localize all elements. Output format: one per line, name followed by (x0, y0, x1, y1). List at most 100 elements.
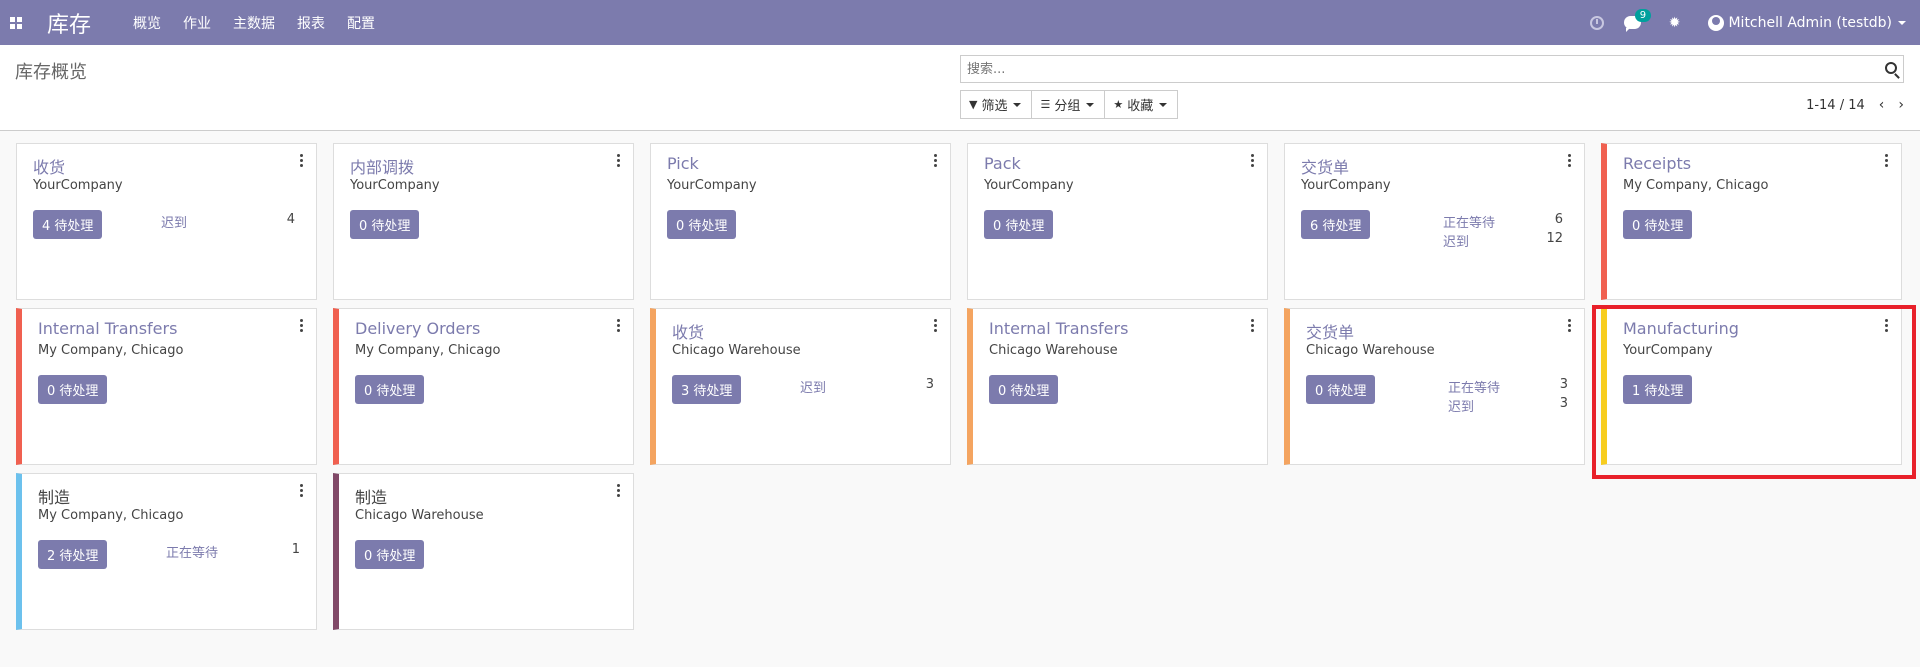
kanban-card[interactable]: 内部调拨 YourCompany 0 待处理 (333, 143, 634, 300)
card-title[interactable]: 内部调拨 (350, 154, 414, 178)
activity-clock-icon[interactable] (1589, 15, 1604, 30)
stat-label[interactable]: 正在等待 (166, 542, 218, 561)
card-title[interactable]: Delivery Orders (355, 319, 480, 338)
stat-label[interactable]: 迟到 (1443, 231, 1469, 250)
card-menu-icon[interactable] (617, 484, 621, 499)
kanban-card[interactable]: Internal Transfers My Company, Chicago 0 待… (16, 308, 317, 465)
to-process-button[interactable]: 0 待处理 (350, 210, 420, 239)
to-process-button[interactable]: 0 待处理 (1623, 210, 1693, 239)
to-process-button[interactable]: 0 待处理 (355, 540, 425, 569)
card-menu-icon[interactable] (617, 319, 621, 334)
card-title[interactable]: 交货单 (1301, 154, 1349, 178)
favorites-button[interactable]: ★ 收藏 (1104, 90, 1179, 119)
search-input[interactable] (961, 56, 1861, 82)
control-panel: 库存概览 ▼ 筛选 ☰ 分组 ★ 收藏 1-14 / 14 ‹ › (0, 45, 1920, 131)
to-process-button[interactable]: 0 待处理 (984, 210, 1054, 239)
card-company: Chicago Warehouse (355, 508, 484, 523)
card-menu-icon[interactable] (1885, 154, 1889, 169)
card-menu-icon[interactable] (934, 154, 938, 169)
card-menu-icon[interactable] (1568, 319, 1572, 334)
to-process-button[interactable]: 3 待处理 (672, 375, 742, 404)
kanban-card[interactable]: Pack YourCompany 0 待处理 (967, 143, 1268, 300)
card-company: Chicago Warehouse (672, 343, 801, 358)
chevron-down-icon (1013, 102, 1022, 107)
app-name[interactable]: 库存 (47, 7, 91, 39)
kanban-card[interactable]: Pick YourCompany 0 待处理 (650, 143, 951, 300)
messaging-menu[interactable]: 9 (1623, 9, 1652, 32)
card-title[interactable]: 交货单 (1306, 319, 1354, 343)
card-company: YourCompany (1301, 178, 1391, 193)
stat-label[interactable]: 正在等待 (1448, 377, 1500, 396)
card-company: YourCompany (667, 178, 757, 193)
card-title[interactable]: 制造 (38, 484, 70, 508)
card-title[interactable]: Internal Transfers (38, 319, 177, 338)
card-company: Chicago Warehouse (1306, 343, 1435, 358)
card-title[interactable]: Pack (984, 154, 1021, 173)
card-company: YourCompany (984, 178, 1074, 193)
stat-label[interactable]: 迟到 (161, 212, 187, 231)
to-process-button[interactable]: 6 待处理 (1301, 210, 1371, 239)
kanban-card[interactable]: Internal Transfers Chicago Warehouse 0 待处理 (967, 308, 1268, 465)
top-navbar: 库存 概览 作业 主数据 报表 配置 9 ✹ Mitchell Admin (t… (0, 0, 1920, 45)
pager-previous-icon[interactable]: ‹ (1879, 97, 1885, 113)
stat-value: 3 (925, 377, 934, 392)
to-process-button[interactable]: 0 待处理 (355, 375, 425, 404)
menu-item-configuration[interactable]: 配置 (345, 13, 377, 33)
filter-icon: ▼ (969, 98, 978, 111)
pager-value[interactable]: 1-14 / 14 (1806, 98, 1865, 113)
main-menu: 概览 作业 主数据 报表 配置 (131, 13, 395, 33)
to-process-button[interactable]: 0 待处理 (989, 375, 1059, 404)
kanban-card[interactable]: Delivery Orders My Company, Chicago 0 待处理 (333, 308, 634, 465)
kanban-card[interactable]: Receipts My Company, Chicago 0 待处理 (1601, 143, 1902, 300)
card-menu-icon[interactable] (300, 154, 304, 169)
card-title[interactable]: 制造 (355, 484, 387, 508)
stat-label[interactable]: 迟到 (800, 377, 826, 396)
search-icon[interactable] (1885, 62, 1897, 74)
card-menu-icon[interactable] (1568, 154, 1572, 169)
filter-label: 筛选 (981, 99, 1008, 114)
card-company: My Company, Chicago (355, 343, 501, 358)
stat-label[interactable]: 正在等待 (1443, 212, 1495, 231)
to-process-button[interactable]: 0 待处理 (1306, 375, 1376, 404)
kanban-card[interactable]: 交货单 Chicago Warehouse 0 待处理 正在等待 3 迟到 3 (1284, 308, 1585, 465)
to-process-button[interactable]: 4 待处理 (33, 210, 103, 239)
stat-label[interactable]: 迟到 (1448, 396, 1474, 415)
card-menu-icon[interactable] (617, 154, 621, 169)
kanban-card[interactable]: 制造 Chicago Warehouse 0 待处理 (333, 473, 634, 630)
card-menu-icon[interactable] (300, 319, 304, 334)
debug-icon[interactable]: ✹ (1669, 15, 1681, 31)
card-company: My Company, Chicago (38, 508, 184, 523)
stat-value: 3 (1559, 396, 1568, 411)
menu-item-reporting[interactable]: 报表 (295, 13, 327, 33)
group-by-button[interactable]: ☰ 分组 (1031, 90, 1106, 119)
card-menu-icon[interactable] (934, 319, 938, 334)
user-name: Mitchell Admin (testdb) (1728, 14, 1892, 31)
menu-item-master-data[interactable]: 主数据 (231, 13, 277, 33)
menu-item-overview[interactable]: 概览 (131, 13, 163, 33)
kanban-card[interactable]: 制造 My Company, Chicago 2 待处理 正在等待 1 (16, 473, 317, 630)
card-menu-icon[interactable] (300, 484, 304, 499)
menu-item-operations[interactable]: 作业 (181, 13, 213, 33)
filter-button[interactable]: ▼ 筛选 (960, 90, 1033, 119)
card-title[interactable]: Receipts (1623, 154, 1691, 173)
kanban-card[interactable]: 收货 Chicago Warehouse 3 待处理 迟到 3 (650, 308, 951, 465)
to-process-button[interactable]: 2 待处理 (38, 540, 108, 569)
card-title[interactable]: 收货 (33, 154, 65, 178)
to-process-button[interactable]: 0 待处理 (38, 375, 108, 404)
apps-menu-icon[interactable] (0, 0, 32, 45)
user-menu[interactable]: Mitchell Admin (testdb) (1708, 14, 1906, 31)
kanban-card[interactable]: 交货单 YourCompany 6 待处理 正在等待 6 迟到 12 (1284, 143, 1585, 300)
card-menu-icon[interactable] (1251, 154, 1255, 169)
card-company: YourCompany (33, 178, 123, 193)
pager-next-icon[interactable]: › (1898, 97, 1904, 113)
card-title[interactable]: 收货 (672, 319, 704, 343)
chat-count-badge: 9 (1634, 9, 1652, 22)
card-company: My Company, Chicago (1623, 178, 1769, 193)
kanban-card[interactable]: 收货 YourCompany 4 待处理 迟到 4 (16, 143, 317, 300)
card-title[interactable]: Internal Transfers (989, 319, 1128, 338)
stat-value: 1 (291, 542, 300, 557)
card-menu-icon[interactable] (1251, 319, 1255, 334)
chevron-down-icon (1086, 102, 1095, 107)
card-title[interactable]: Pick (667, 154, 699, 173)
to-process-button[interactable]: 0 待处理 (667, 210, 737, 239)
